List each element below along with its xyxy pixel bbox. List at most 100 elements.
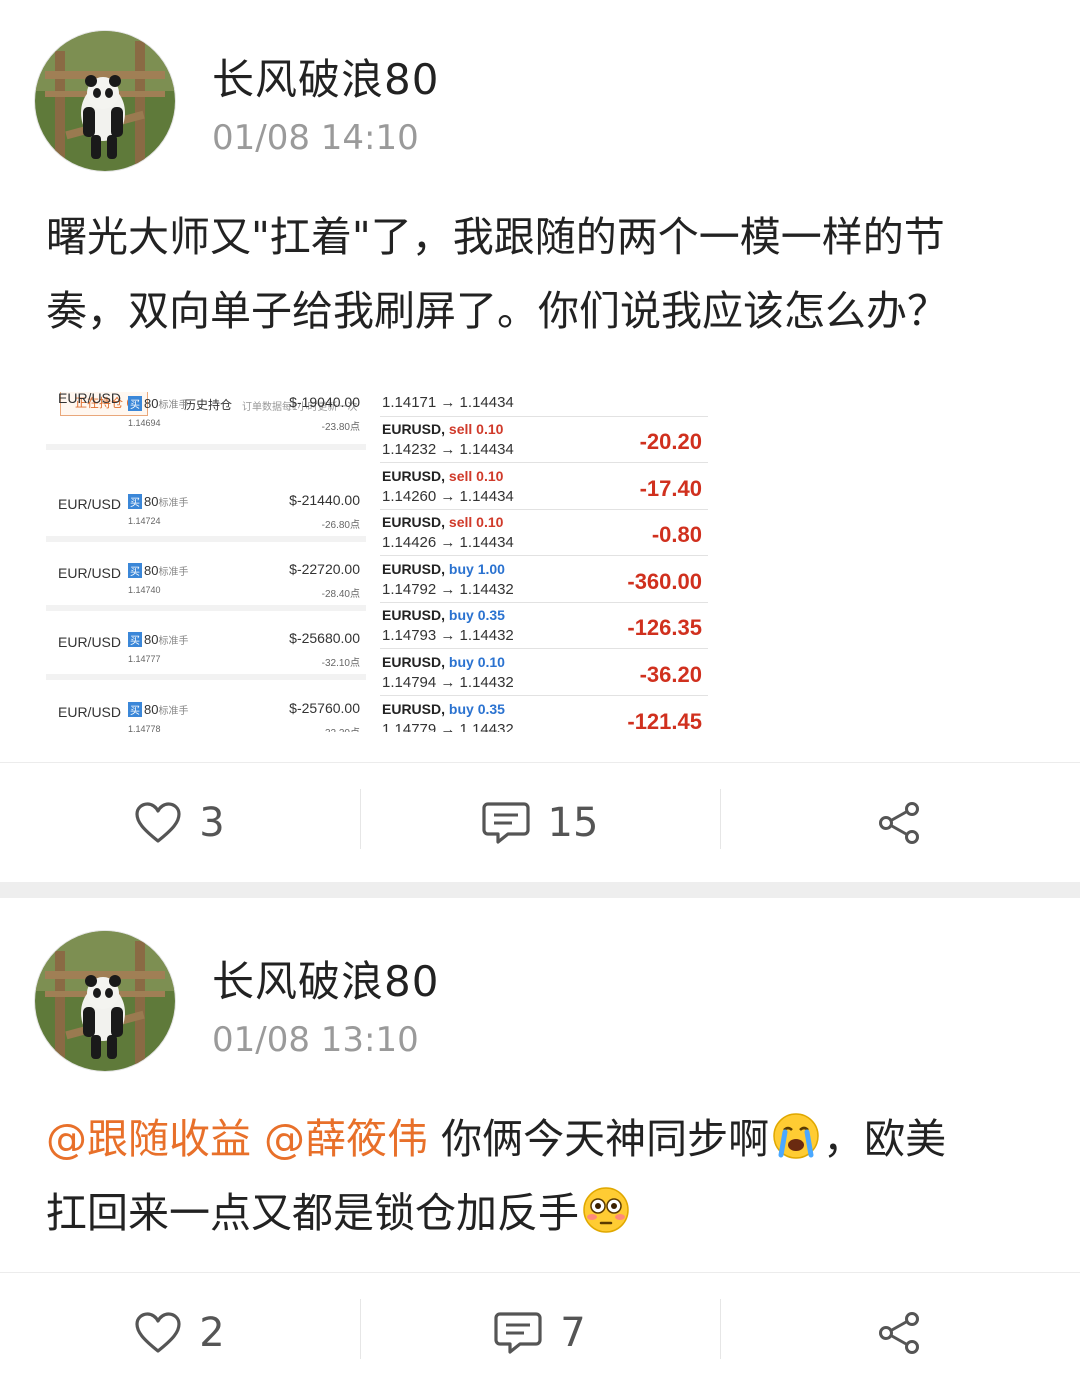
- position-lots: 买 80标准手: [128, 632, 189, 647]
- avatar-panda-image: [35, 931, 175, 1071]
- attached-screenshot[interactable]: 正在持仓 6 历史持仓 订单数据每1小时更新一次 EUR/USD 买 80标准手 1.…: [46, 392, 708, 732]
- flushed-face-emoji: [583, 1187, 629, 1233]
- share-button[interactable]: [720, 1273, 1080, 1393]
- post-time: 01/08 13:10: [212, 1020, 419, 1060]
- position-points: -32.10点: [321, 658, 360, 669]
- trade-row: EURUSD, buy 0.35 1.14779 → 1.14432 -121.45: [380, 697, 708, 732]
- heart-icon: [135, 802, 181, 843]
- share-button[interactable]: [720, 763, 1080, 883]
- position-points: -23.80点: [321, 422, 360, 433]
- post-text: 曙光大师又"扛着"了，我跟随的两个一模一样的节 奏，双向单子给我刷屏了。你们说我…: [46, 200, 1046, 348]
- username[interactable]: 长风破浪80: [212, 948, 439, 1009]
- trade-range-partial: 1.14171 → 1.14434: [382, 394, 514, 411]
- username[interactable]: 长风破浪80: [212, 46, 439, 107]
- trade-range: 1.14792 → 1.14432: [382, 580, 514, 598]
- post-time: 01/08 14:10: [212, 118, 419, 158]
- trade-row: EURUSD, sell 0.10 1.14260 → 1.14434 -17.40: [380, 464, 708, 510]
- trade-pair: EURUSD, buy 0.10: [382, 654, 505, 670]
- position-points: -32.20点: [322, 724, 360, 732]
- comment-button[interactable]: 15: [360, 763, 720, 883]
- post-text-line: @跟随收益 @薛筱伟 你俩今天神同步啊 ，欧美: [46, 1102, 1046, 1176]
- post-text-line: 扛回来一点又都是锁仓加反手: [46, 1176, 1046, 1250]
- position-symbol: EUR/USD: [58, 392, 122, 406]
- position-entry: 1.14724: [128, 516, 161, 526]
- position-row: EUR/USD 买 80标准手 1.14740 $-22720.00 -28.40点: [46, 547, 366, 611]
- position-entry: 1.14740: [128, 585, 161, 595]
- trade-range: 1.14794 → 1.14432: [382, 674, 514, 691]
- comment-count: 7: [560, 1310, 586, 1356]
- trade-row: EURUSD, buy 0.35 1.14793 → 1.14432 -126.35: [380, 603, 708, 650]
- post-actions: 3 15: [0, 762, 1080, 882]
- trade-pair: EURUSD, sell 0.10: [382, 467, 504, 484]
- avatar[interactable]: [34, 30, 176, 172]
- like-button[interactable]: 2: [0, 1273, 360, 1393]
- heart-icon: [135, 1312, 181, 1353]
- position-points: -28.40点: [321, 589, 360, 600]
- comment-button[interactable]: 7: [360, 1273, 720, 1393]
- like-count: 3: [199, 800, 225, 846]
- position-lots: 买 80标准手: [128, 563, 189, 578]
- post-card-1: 长风破浪80 01/08 14:10 曙光大师又"扛着"了，我跟随的两个一模一样…: [0, 0, 1080, 882]
- trade-pair: EURUSD, buy 0.35: [382, 700, 505, 717]
- trade-range: 1.14232 → 1.14434: [382, 441, 514, 458]
- trade-value: -121.45: [627, 708, 702, 732]
- comment-icon: [494, 1312, 542, 1354]
- position-lots: 买 80标准手: [128, 702, 189, 717]
- position-lots: 买 80标准手: [128, 396, 189, 411]
- post-card-2: 长风破浪80 01/08 13:10 @跟随收益 @薛筱伟 你俩今天神同步啊 ，…: [0, 898, 1080, 1398]
- feed-separator: [0, 882, 1080, 898]
- position-entry: 1.14778: [128, 724, 161, 732]
- position-pl: $-22720.00: [289, 561, 360, 577]
- trade-range: 1.14793 → 1.14432: [382, 627, 514, 645]
- trade-value: -17.40: [639, 475, 702, 501]
- comment-icon: [481, 802, 530, 844]
- post-text-segment: 扛回来一点又都是锁仓加反手: [46, 1189, 579, 1237]
- position-symbol: EUR/USD: [58, 634, 122, 650]
- position-lots: 买 80标准手: [128, 494, 189, 509]
- trade-pair: EURUSD, sell 0.10: [382, 514, 504, 531]
- position-entry: 1.14694: [128, 418, 161, 428]
- comment-count: 15: [547, 800, 599, 846]
- trade-range: 1.14260 → 1.14434: [382, 487, 514, 505]
- trade-value: -360.00: [627, 568, 702, 594]
- trade-value: -36.20: [639, 662, 702, 687]
- share-icon: [879, 1312, 919, 1354]
- trades-panel: 1.14171 → 1.14434 EURUSD, sell 0.10 1.142…: [380, 392, 708, 732]
- mention-link[interactable]: @跟随收益: [46, 1115, 251, 1163]
- trade-pair: EURUSD, buy 0.35: [382, 607, 505, 624]
- trade-value: -20.20: [639, 429, 702, 454]
- trade-value: -0.80: [651, 522, 702, 548]
- position-row: EUR/USD 买 80标准手 1.14724 $-21440.00 -26.80点: [46, 478, 366, 542]
- avatar[interactable]: [34, 930, 176, 1072]
- avatar-panda-image: [35, 31, 175, 171]
- post-text-segment: ，欧美: [823, 1115, 947, 1163]
- position-pl: $-21440.00: [289, 492, 360, 508]
- position-pl: $-25760.00: [289, 700, 360, 716]
- like-button[interactable]: 3: [0, 763, 360, 883]
- position-pl: $-19040.00: [289, 394, 360, 410]
- position-symbol: EUR/USD: [58, 496, 122, 512]
- trade-row: EURUSD, buy 1.00 1.14792 → 1.14432 -360.00: [380, 557, 708, 603]
- share-icon: [879, 802, 919, 844]
- mention-link[interactable]: @薛筱伟: [264, 1115, 428, 1163]
- trade-range: 1.14779 → 1.14432: [382, 720, 514, 732]
- positions-panel: 正在持仓 6 历史持仓 订单数据每1小时更新一次 EUR/USD 买 80标准手 1.…: [46, 392, 366, 732]
- position-symbol: EUR/USD: [58, 704, 122, 720]
- trade-pair: EURUSD, buy 1.00: [382, 560, 505, 577]
- post-text-line: 奏，双向单子给我刷屏了。你们说我应该怎么办？: [46, 287, 948, 335]
- post-actions: 2 7: [0, 1272, 1080, 1392]
- position-symbol: EUR/USD: [58, 565, 122, 581]
- position-row: EUR/USD 买 80标准手 1.14777 $-25680.00 -32.10点: [46, 616, 366, 680]
- position-pl: $-25680.00: [289, 630, 360, 646]
- post-text-line: 曙光大师又"扛着"了，我跟随的两个一模一样的节: [46, 213, 945, 261]
- position-row: EUR/USD 买 80标准手 1.14694 $-19040.00 -23.80点: [46, 392, 366, 450]
- like-count: 2: [199, 1310, 225, 1356]
- position-row: EUR/USD 买80标准手 1.14778 $-25760.00 -32.20点: [46, 686, 366, 732]
- trade-value: -126.35: [627, 615, 702, 641]
- trade-pair: EURUSD, sell 0.10: [382, 421, 504, 437]
- post-text-segment: 你俩今天神同步啊: [428, 1115, 770, 1163]
- trade-row: EURUSD, buy 0.10 1.14794 → 1.14432 -36.20: [380, 650, 708, 696]
- trade-range: 1.14426 → 1.14434: [382, 534, 514, 552]
- position-entry: 1.14777: [128, 654, 161, 664]
- trade-row: EURUSD, sell 0.10 1.14426 → 1.14434 -0.80: [380, 510, 708, 557]
